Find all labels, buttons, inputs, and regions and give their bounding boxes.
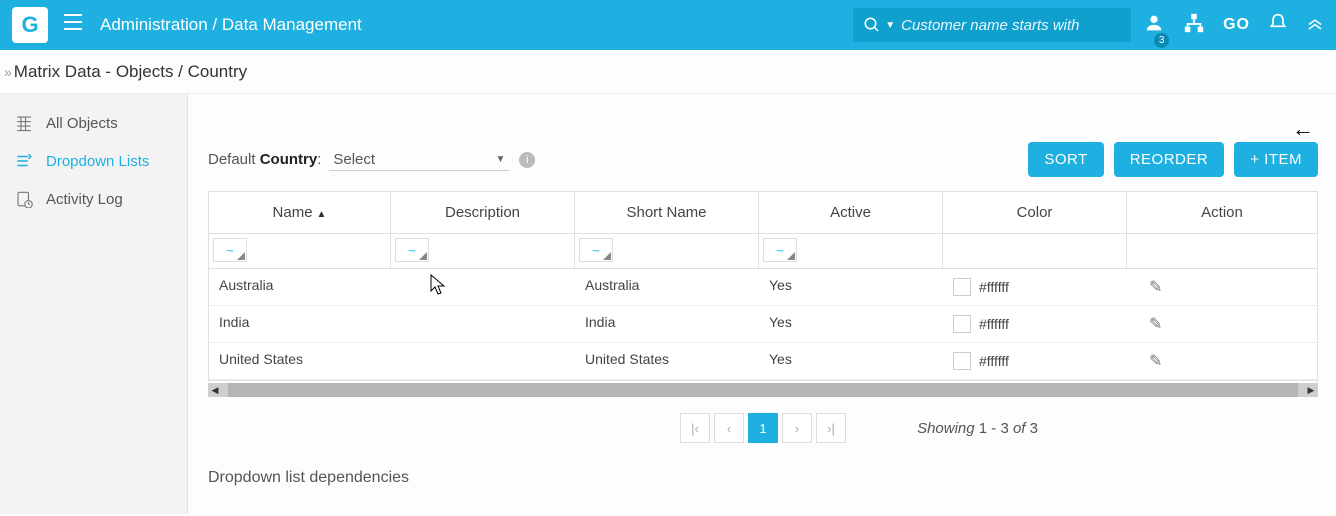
cell-active: Yes (759, 306, 943, 342)
cell-active: Yes (759, 269, 943, 305)
col-header-active[interactable]: Active (759, 192, 943, 233)
sidebar: All Objects Dropdown Lists Activity Log (0, 94, 188, 514)
cell-name: India (209, 306, 391, 342)
sidebar-item-label: All Objects (46, 115, 118, 132)
breadcrumb: Administration / Data Management (100, 15, 362, 35)
default-country-label: Default Country: (208, 151, 321, 168)
sidebar-item-dropdown-lists[interactable]: Dropdown Lists (0, 142, 187, 180)
topbar: G Administration / Data Management ▼ 3 G… (0, 0, 1336, 50)
main-panel: ← Default Country: Select ▼ i SORT REORD… (188, 94, 1336, 514)
back-arrow-icon[interactable]: ← (1292, 116, 1314, 142)
filter-description[interactable]: ~ (395, 238, 429, 262)
pager-summary: Showing 1 - 3 of 3 (917, 420, 1038, 437)
controls-row: Default Country: Select ▼ i SORT REORDER… (208, 142, 1318, 177)
horizontal-scrollbar[interactable]: ◀ ▶ (208, 383, 1318, 397)
scroll-left-icon[interactable]: ◀ (208, 383, 222, 397)
color-swatch (953, 315, 971, 333)
cell-action: ✎ (1127, 306, 1317, 342)
collapse-icon[interactable] (1306, 14, 1324, 37)
dependencies-heading: Dropdown list dependencies (208, 469, 1318, 487)
table-row: Australia Australia Yes #ffffff ✎ (209, 269, 1317, 306)
col-header-color[interactable]: Color (943, 192, 1127, 233)
filter-active[interactable]: ~ (763, 238, 797, 262)
color-swatch (953, 278, 971, 296)
filter-short-name[interactable]: ~ (579, 238, 613, 262)
log-icon (14, 190, 34, 208)
cell-name: Australia (209, 269, 391, 305)
sidebar-item-all-objects[interactable]: All Objects (0, 104, 187, 142)
color-swatch (953, 352, 971, 370)
sort-button[interactable]: SORT (1028, 142, 1103, 177)
cell-active: Yes (759, 343, 943, 379)
col-header-description[interactable]: Description (391, 192, 575, 233)
data-grid: Name▲ Description Short Name Active Colo… (208, 191, 1318, 381)
pager-page-1[interactable]: 1 (748, 413, 778, 443)
sort-asc-icon: ▲ (317, 209, 327, 220)
add-item-button[interactable]: + ITEM (1234, 142, 1318, 177)
table-row: United States United States Yes #ffffff … (209, 343, 1317, 380)
pager-last[interactable]: ›| (816, 413, 846, 443)
search-icon (863, 16, 881, 34)
chevron-right-icon[interactable]: » (4, 64, 12, 80)
list-icon (14, 152, 34, 170)
top-icons: 3 GO (1143, 12, 1324, 39)
grid-icon (14, 114, 34, 132)
search-box[interactable]: ▼ (853, 8, 1131, 42)
user-badge: 3 (1154, 33, 1169, 48)
cell-short-name: United States (575, 343, 759, 379)
col-header-short-name[interactable]: Short Name (575, 192, 759, 233)
cell-action: ✎ (1127, 269, 1317, 305)
subheader: » Matrix Data - Objects / Country (0, 50, 1336, 94)
cell-description (391, 306, 575, 342)
info-icon[interactable]: i (519, 152, 535, 168)
edit-icon[interactable]: ✎ (1149, 353, 1162, 370)
search-dropdown-icon[interactable]: ▼ (885, 20, 895, 31)
cell-short-name: India (575, 306, 759, 342)
sidebar-item-label: Activity Log (46, 191, 123, 208)
pager-next[interactable]: › (782, 413, 812, 443)
cell-action: ✎ (1127, 343, 1317, 379)
user-icon[interactable]: 3 (1143, 12, 1165, 39)
app-logo[interactable]: G (12, 7, 48, 43)
org-icon[interactable] (1183, 12, 1205, 39)
pager: |‹ ‹ 1 › ›| (680, 413, 846, 443)
col-header-action: Action (1127, 192, 1317, 233)
go-button[interactable]: GO (1223, 16, 1250, 34)
pager-first[interactable]: |‹ (680, 413, 710, 443)
search-input[interactable] (901, 17, 1121, 34)
sidebar-item-label: Dropdown Lists (46, 153, 149, 170)
cell-short-name: Australia (575, 269, 759, 305)
sidebar-item-activity-log[interactable]: Activity Log (0, 180, 187, 218)
grid-header-row: Name▲ Description Short Name Active Colo… (209, 192, 1317, 234)
select-placeholder: Select (333, 151, 375, 168)
bell-icon[interactable] (1268, 13, 1288, 38)
col-header-name[interactable]: Name▲ (209, 192, 391, 233)
cell-description (391, 269, 575, 305)
cell-color: #ffffff (943, 269, 1127, 305)
pager-row: |‹ ‹ 1 › ›| Showing 1 - 3 of 3 (208, 397, 1318, 459)
edit-icon[interactable]: ✎ (1149, 316, 1162, 333)
filter-name[interactable]: ~ (213, 238, 247, 262)
cell-description (391, 343, 575, 379)
cell-color: #ffffff (943, 343, 1127, 379)
page-path: Matrix Data - Objects / Country (14, 62, 247, 82)
table-row: India India Yes #ffffff ✎ (209, 306, 1317, 343)
reorder-button[interactable]: REORDER (1114, 142, 1225, 177)
chevron-down-icon: ▼ (495, 154, 505, 165)
default-country-select[interactable]: Select ▼ (329, 149, 509, 171)
scrollbar-thumb[interactable] (228, 383, 1298, 397)
menu-icon[interactable] (64, 13, 82, 37)
scroll-right-icon[interactable]: ▶ (1304, 383, 1318, 397)
cell-name: United States (209, 343, 391, 379)
edit-icon[interactable]: ✎ (1149, 279, 1162, 296)
grid-filter-row: ~ ~ ~ ~ (209, 234, 1317, 269)
pager-prev[interactable]: ‹ (714, 413, 744, 443)
cell-color: #ffffff (943, 306, 1127, 342)
